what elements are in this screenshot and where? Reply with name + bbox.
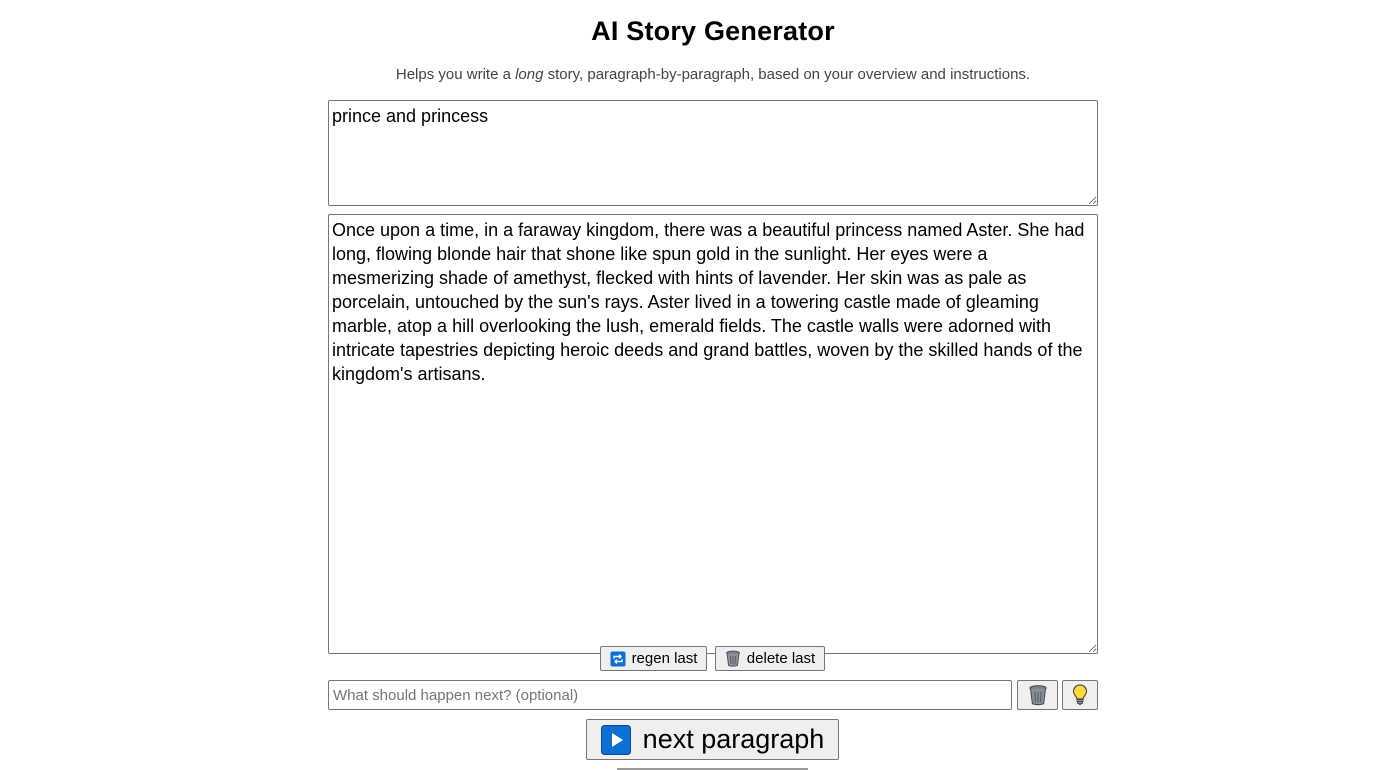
regen-last-button[interactable]: regen last xyxy=(600,646,707,671)
next-instruction-input[interactable] xyxy=(328,680,1012,710)
story-overview-textarea[interactable]: prince and princess xyxy=(328,100,1098,206)
regen-last-label: regen last xyxy=(631,650,698,667)
story-text-textarea[interactable]: Once upon a time, in a faraway kingdom, … xyxy=(328,214,1098,654)
suggest-idea-button[interactable] xyxy=(1062,680,1098,710)
next-paragraph-label: next paragraph xyxy=(642,724,825,754)
next-paragraph-button[interactable]: next paragraph xyxy=(586,719,839,760)
play-icon xyxy=(600,724,631,755)
story-generator-page: AI Story Generator Helps you write a lon… xyxy=(0,0,1399,770)
page-title: AI Story Generator xyxy=(591,16,835,46)
wastebasket-icon xyxy=(1028,684,1048,706)
wastebasket-icon xyxy=(725,650,741,667)
subtitle-text-start: Helps you write a xyxy=(395,66,516,83)
repeat-icon xyxy=(610,651,626,667)
page-subtitle: Helps you write a long story, paragraph-… xyxy=(0,66,1399,83)
delete-last-label: delete last xyxy=(746,650,816,667)
subtitle-emphasis: long xyxy=(515,66,544,83)
light-bulb-icon xyxy=(1072,684,1088,706)
delete-last-button[interactable]: delete last xyxy=(715,646,825,671)
subtitle-text-end: story, paragraph-by-paragraph, based on … xyxy=(543,66,1031,83)
clear-instruction-button[interactable] xyxy=(1017,680,1058,710)
